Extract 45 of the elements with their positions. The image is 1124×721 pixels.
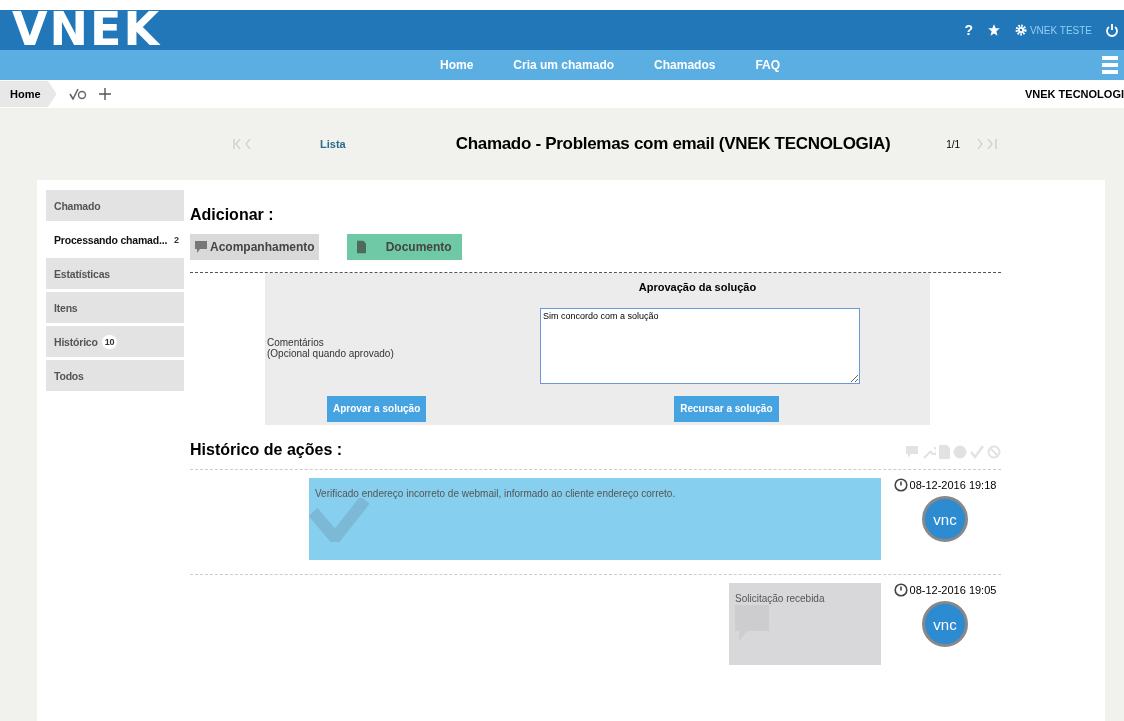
user-name[interactable]: VNEK TESTE: [1029, 24, 1092, 36]
comment-hint: (Opcional quando aprovado): [267, 348, 395, 359]
refuse-button[interactable]: Recursar a solução: [674, 395, 779, 422]
breadcrumb-home[interactable]: Home: [0, 81, 57, 107]
document-icon: [356, 240, 366, 254]
history-message: Solicitação recebida: [729, 583, 881, 665]
sidebar-item[interactable]: Histórico 10: [46, 326, 184, 357]
sidebar-item[interactable]: Chamado: [46, 190, 184, 221]
clock-icon: [893, 583, 908, 597]
clock-icon: [893, 478, 908, 492]
star-icon[interactable]: [986, 23, 1001, 37]
plus-icon[interactable]: [98, 88, 111, 100]
help-button[interactable]: ?: [964, 22, 973, 38]
section-heading: Adicionar :: [190, 206, 275, 224]
comment-icon: [194, 240, 208, 254]
sidebar-item[interactable]: Todos: [46, 360, 184, 391]
comment-field[interactable]: Sim concordo com a solução: [540, 308, 860, 385]
forbidden-icon[interactable]: [987, 445, 1001, 459]
document-filter-icon[interactable]: [939, 445, 950, 459]
avatar: vnc: [922, 601, 968, 647]
list-link[interactable]: Lista: [320, 138, 346, 150]
avatar: vnc: [922, 496, 968, 542]
entry-time: 08-12-2016 19:18: [909, 479, 997, 491]
check-circle-icon[interactable]: [68, 88, 87, 100]
gear-icon[interactable]: [1014, 24, 1027, 36]
page-counter: 1/1: [946, 138, 961, 150]
approval-title: Aprovação da solução: [637, 281, 758, 295]
menu-icon[interactable]: [1102, 55, 1118, 75]
count-badge: 10: [101, 334, 118, 349]
sidebar-item[interactable]: Itens: [46, 292, 184, 323]
comment-filter-icon: [905, 445, 919, 459]
sidebar-item[interactable]: Estatísticas: [46, 258, 184, 289]
comment-label: Comentários: [267, 337, 325, 348]
check-watermark-icon: [309, 498, 369, 542]
entry-time: 08-12-2016 19:05: [909, 584, 997, 596]
ticket-title: Chamado - Problemas com email (VNEK TECNOLOGIA): [455, 134, 891, 154]
followup-button[interactable]: Acompanhamento: [190, 234, 319, 260]
check-icon[interactable]: [970, 445, 984, 459]
approve-button[interactable]: Aprovar a solução: [327, 395, 427, 422]
history-message: Verificado endereço incorreto de webmail, informado ao cliente endereço correto.: [309, 478, 881, 560]
power-icon[interactable]: [1106, 23, 1118, 37]
logo[interactable]: VNEK: [12, 6, 162, 52]
company-name: VNEK TECNOLOGI: [1025, 88, 1124, 100]
document-button[interactable]: Documento: [346, 234, 462, 260]
section-heading: Histórico de ações :: [190, 441, 343, 459]
